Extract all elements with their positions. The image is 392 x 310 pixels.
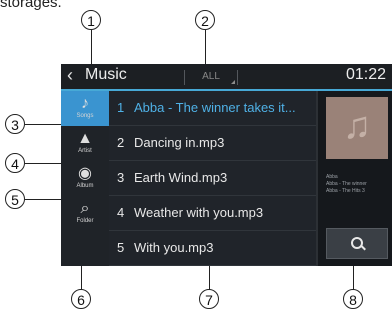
sidebar-item-label: Album <box>76 183 94 189</box>
sidebar-item-label: Folder <box>76 218 94 224</box>
track-number: 5 <box>117 240 125 255</box>
sidebar-item-artist[interactable]: ▲ Artist <box>61 126 109 161</box>
filter-dropdown[interactable]: ALL <box>184 70 238 85</box>
sidebar-item-songs[interactable]: ♪ Songs <box>61 91 109 126</box>
callout-6: 6 <box>71 289 91 309</box>
search-icon-handle <box>361 245 366 251</box>
track-number: 1 <box>117 100 125 115</box>
category-sidebar: ♪ Songs ▲ Artist ◉ Album ⌕ Folder <box>61 91 109 266</box>
music-player-screen: ‹ Music ALL 01:22 ♪ Songs ▲ Artist ◉ Alb… <box>61 64 392 266</box>
track-title: With you.mp3 <box>134 240 214 255</box>
track-row[interactable]: 5 With you.mp3 <box>109 231 316 266</box>
callout-7: 7 <box>199 289 219 309</box>
now-playing-panel: ♫ Abba Abba - The winner Abba - The Hits… <box>316 91 392 266</box>
filter-label: ALL <box>202 71 220 82</box>
caption-text: storages. <box>0 0 62 11</box>
person-icon: ▲ <box>77 130 93 147</box>
track-row[interactable]: 3 Earth Wind.mp3 <box>109 161 316 196</box>
back-arrow-icon[interactable]: ‹ <box>67 65 73 86</box>
music-note-icon: ♪ <box>81 95 89 112</box>
callout-3: 3 <box>5 114 25 134</box>
track-title: Dancing in.mp3 <box>134 135 225 150</box>
now-playing-album: Abba - The winner <box>326 181 367 187</box>
track-number: 4 <box>117 205 125 220</box>
album-art: ♫ <box>326 97 388 159</box>
folder-search-icon: ⌕ <box>80 200 90 217</box>
sidebar-item-folder[interactable]: ⌕ Folder <box>61 196 109 231</box>
track-row[interactable]: 2 Dancing in.mp3 <box>109 126 316 161</box>
track-number: 2 <box>117 135 125 150</box>
track-title: Earth Wind.mp3 <box>134 170 228 185</box>
track-title: Weather with you.mp3 <box>134 205 264 220</box>
track-row[interactable]: 4 Weather with you.mp3 <box>109 196 316 231</box>
track-title: Abba - The winner takes it... <box>134 100 296 115</box>
now-playing-extra: Abba - The Hits 3 <box>326 188 365 194</box>
callout-2: 2 <box>195 10 215 30</box>
callout-1: 1 <box>81 10 101 30</box>
sidebar-item-album[interactable]: ◉ Album <box>61 161 109 196</box>
now-playing-artist: Abba <box>326 174 338 180</box>
dropdown-caret-icon <box>231 80 235 84</box>
search-button[interactable] <box>326 228 388 259</box>
sidebar-item-label: Artist <box>78 148 92 154</box>
sidebar-item-label: Songs <box>76 113 94 119</box>
track-number: 3 <box>117 170 125 185</box>
callout-8: 8 <box>343 289 363 309</box>
top-bar: ‹ Music ALL 01:22 <box>61 64 392 91</box>
track-row[interactable]: 1 Abba - The winner takes it... <box>109 91 316 126</box>
callout-4: 4 <box>5 153 25 173</box>
music-note-icon: ♫ <box>342 105 372 147</box>
clock: 01:22 <box>345 66 386 83</box>
disc-icon: ◉ <box>78 165 92 182</box>
page-title: Music <box>85 66 127 83</box>
callout-5: 5 <box>5 189 25 209</box>
track-list: 1 Abba - The winner takes it... 2 Dancin… <box>109 91 316 266</box>
